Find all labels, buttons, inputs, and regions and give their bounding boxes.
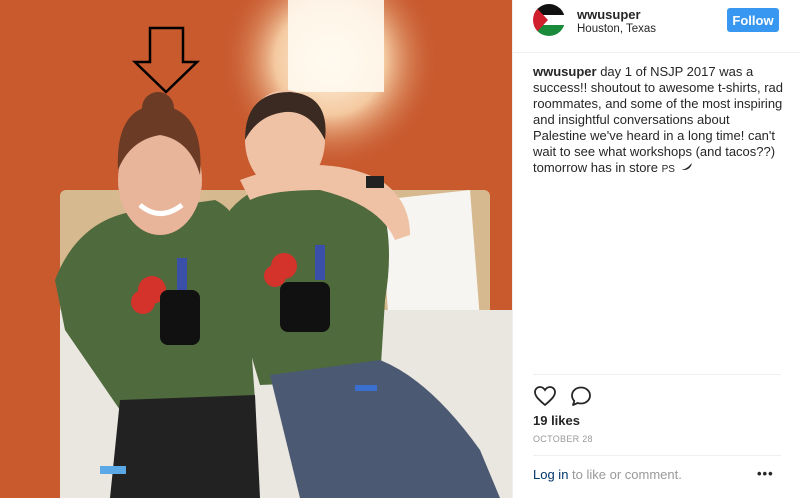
divider — [533, 455, 781, 456]
pepper-icon — [679, 160, 693, 175]
post-sidebar: wwusuper Houston, Texas Follow wwusuper … — [512, 0, 800, 498]
location[interactable]: Houston, Texas — [577, 23, 656, 35]
avatar[interactable] — [533, 4, 565, 36]
follow-button[interactable]: Follow — [727, 8, 779, 32]
login-prompt-text: to like or comment. — [568, 467, 682, 482]
heart-icon[interactable] — [533, 384, 557, 408]
login-prompt: Log in to like or comment. — [533, 467, 682, 482]
post-photo[interactable] — [0, 0, 512, 498]
caption-emoji: PS — [661, 164, 675, 175]
caption: wwusuper day 1 of NSJP 2017 was a succes… — [533, 64, 783, 178]
divider — [533, 374, 781, 375]
action-bar — [533, 384, 593, 408]
comment-bubble-icon[interactable] — [569, 384, 593, 408]
caption-username[interactable]: wwusuper — [533, 64, 597, 79]
likes-count[interactable]: 19 likes — [533, 413, 580, 428]
palestine-flag-avatar — [533, 4, 565, 36]
post-header: wwusuper Houston, Texas Follow — [513, 0, 800, 53]
username[interactable]: wwusuper — [577, 7, 641, 22]
login-link[interactable]: Log in — [533, 467, 568, 482]
photo-illustration — [0, 0, 512, 498]
instagram-post: wwusuper Houston, Texas Follow wwusuper … — [0, 0, 800, 498]
more-options-button[interactable]: ••• — [757, 466, 774, 481]
caption-text: day 1 of NSJP 2017 was a success!! shout… — [533, 64, 783, 175]
post-date: OCTOBER 28 — [533, 434, 593, 444]
